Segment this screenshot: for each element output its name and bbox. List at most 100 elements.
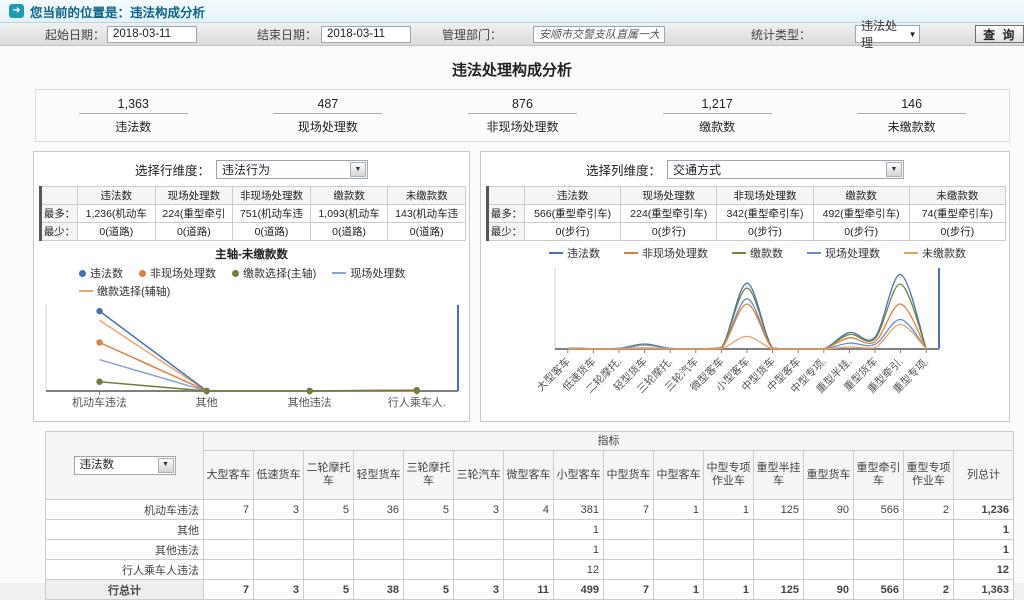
- table-cell: 1: [654, 500, 704, 520]
- row-label: 行人乘车人违法: [46, 560, 204, 580]
- department-input[interactable]: [533, 26, 665, 43]
- data-point: [203, 388, 209, 394]
- chevron-down-icon: ▼: [886, 162, 902, 177]
- table-cell: [504, 520, 554, 540]
- legend-item: 缴款数: [732, 245, 783, 261]
- table-cell: [904, 540, 954, 560]
- mini-cell: 143(机动车违: [388, 205, 466, 223]
- mini-row-label: 最多：: [488, 205, 525, 223]
- column-dimension-value: 交通方式: [668, 161, 885, 178]
- table-cell: 5: [404, 500, 454, 520]
- table-cell: [354, 560, 404, 580]
- row-dimension-select[interactable]: 违法行为 ▼: [216, 160, 368, 179]
- table-cell: 36: [354, 500, 404, 520]
- mini-header-row: 违法数现场处理数非现场处理数缴款数未缴款数: [488, 187, 1006, 205]
- series-line: [100, 382, 417, 391]
- pivot-table: 违法数 ▼ 指标 大型客车低速货车二轮摩托车轻型货车三轮摩托车三轮汽车微型客车小…: [45, 431, 1014, 600]
- legend-item: 未缴款数: [904, 245, 966, 261]
- column-dimension-select[interactable]: 交通方式 ▼: [667, 160, 904, 179]
- mini-column-header: 未缴款数: [909, 187, 1005, 205]
- legend-label: 非现场处理数: [150, 265, 216, 281]
- data-point: [96, 339, 102, 345]
- metric-select-cell: 违法数 ▼: [46, 432, 204, 500]
- metric-select[interactable]: 违法数 ▼: [74, 456, 176, 475]
- metric-select-value: 违法数: [75, 459, 157, 473]
- table-cell: [704, 540, 754, 560]
- table-cell: [804, 540, 854, 560]
- summary-value: 1,363: [36, 97, 231, 111]
- mini-cell: 1,093(机动车: [310, 205, 388, 223]
- table-cell: [454, 560, 504, 580]
- x-axis-label: 其他违法: [288, 395, 332, 409]
- mini-row: 最多：1,236(机动车224(重型牵引751(机动车违1,093(机动车143…: [41, 205, 466, 223]
- legend-marker-line-icon: [549, 252, 563, 254]
- summary-value: 487: [231, 97, 426, 111]
- table-cell: [254, 540, 304, 560]
- table-cell: 3: [254, 500, 304, 520]
- pivot-table-wrap: 违法数 ▼ 指标 大型客车低速货车二轮摩托车轻型货车三轮摩托车三轮汽车微型客车小…: [45, 431, 1024, 600]
- series-line: [100, 343, 417, 392]
- mini-cell: 342(重型牵引车): [717, 205, 813, 223]
- table-cell: [454, 540, 504, 560]
- left-chart: 机动车违法其他其他违法行人乘车人.: [38, 299, 466, 421]
- start-date-input[interactable]: [107, 26, 197, 43]
- mini-row-label: 最多：: [41, 205, 78, 223]
- column-header: 大型客车: [204, 451, 254, 500]
- row-label: 其他: [46, 520, 204, 540]
- table-cell: [604, 540, 654, 560]
- mini-header-row: 违法数现场处理数非现场处理数缴款数未缴款数: [41, 187, 466, 205]
- breadcrumb-page: 违法构成分析: [130, 6, 205, 20]
- table-row: 其他11: [46, 520, 1014, 540]
- table-cell: [254, 520, 304, 540]
- summary-label: 非现场处理数: [425, 118, 620, 135]
- mini-column-header: 现场处理数: [155, 187, 233, 205]
- stat-type-select[interactable]: 违法处理 ▼: [855, 25, 920, 43]
- table-cell: [204, 540, 254, 560]
- main-content: 违法处理构成分析 1,363违法数487现场处理数876非现场处理数1,217缴…: [0, 46, 1024, 583]
- legend-item: 非现场处理数: [624, 245, 708, 261]
- row-dimension-value: 违法行为: [217, 161, 349, 178]
- legend-marker-line-icon: [904, 252, 918, 254]
- table-cell: 3: [454, 500, 504, 520]
- table-cell: [854, 540, 904, 560]
- data-point: [306, 388, 312, 394]
- breadcrumb-label: 您当前的位置是：: [30, 6, 130, 20]
- table-cell: 90: [804, 500, 854, 520]
- table-cell: 12: [554, 560, 604, 580]
- row-total-cell: 1,236: [954, 500, 1014, 520]
- legend-item: 缴款选择(辅轴): [79, 283, 170, 299]
- table-cell: [754, 520, 804, 540]
- mini-cell: 1,236(机动车: [78, 205, 156, 223]
- summary-stat: 1,363违法数: [36, 97, 231, 135]
- series-line: [568, 304, 926, 349]
- department-label: 管理部门：: [442, 26, 502, 43]
- table-cell: 2: [904, 500, 954, 520]
- table-row: 其他违法11: [46, 540, 1014, 560]
- column-dimension-selector-row: 选择列维度： 交通方式 ▼: [481, 152, 1009, 183]
- legend-item: 违法数: [549, 245, 600, 261]
- mini-column-header: 缴款数: [310, 187, 388, 205]
- series-line: [568, 274, 926, 349]
- end-date-input[interactable]: [321, 26, 411, 43]
- start-date-label: 起始日期：: [45, 26, 105, 43]
- row-total-cell: 1: [954, 540, 1014, 560]
- row-label: 机动车违法: [46, 500, 204, 520]
- column-header: 轻型货车: [354, 451, 404, 500]
- legend-label: 缴款选择(主轴): [243, 265, 316, 281]
- mini-cell: 0(步行): [621, 223, 717, 241]
- search-button[interactable]: 查 询: [975, 25, 1024, 43]
- table-cell: 566: [854, 500, 904, 520]
- column-header: 重型半挂车: [754, 451, 804, 500]
- legend-item: 非现场处理数: [139, 265, 216, 281]
- legend-label: 现场处理数: [350, 265, 405, 281]
- mini-row: 最多：566(重型牵引车)224(重型牵引车)342(重型牵引车)492(重型牵…: [488, 205, 1006, 223]
- series-line: [100, 320, 417, 391]
- legend-item: 现场处理数: [807, 245, 880, 261]
- legend-marker-line-icon: [624, 252, 638, 254]
- column-header: 中型专项作业车: [704, 451, 754, 500]
- table-row: 行人乘车人违法1212: [46, 560, 1014, 580]
- table-cell: [654, 520, 704, 540]
- table-cell: [404, 540, 454, 560]
- row-dimension-panel: 选择行维度： 违法行为 ▼ 违法数现场处理数非现场处理数缴款数未缴款数最多：1,…: [33, 151, 470, 422]
- table-cell: [404, 560, 454, 580]
